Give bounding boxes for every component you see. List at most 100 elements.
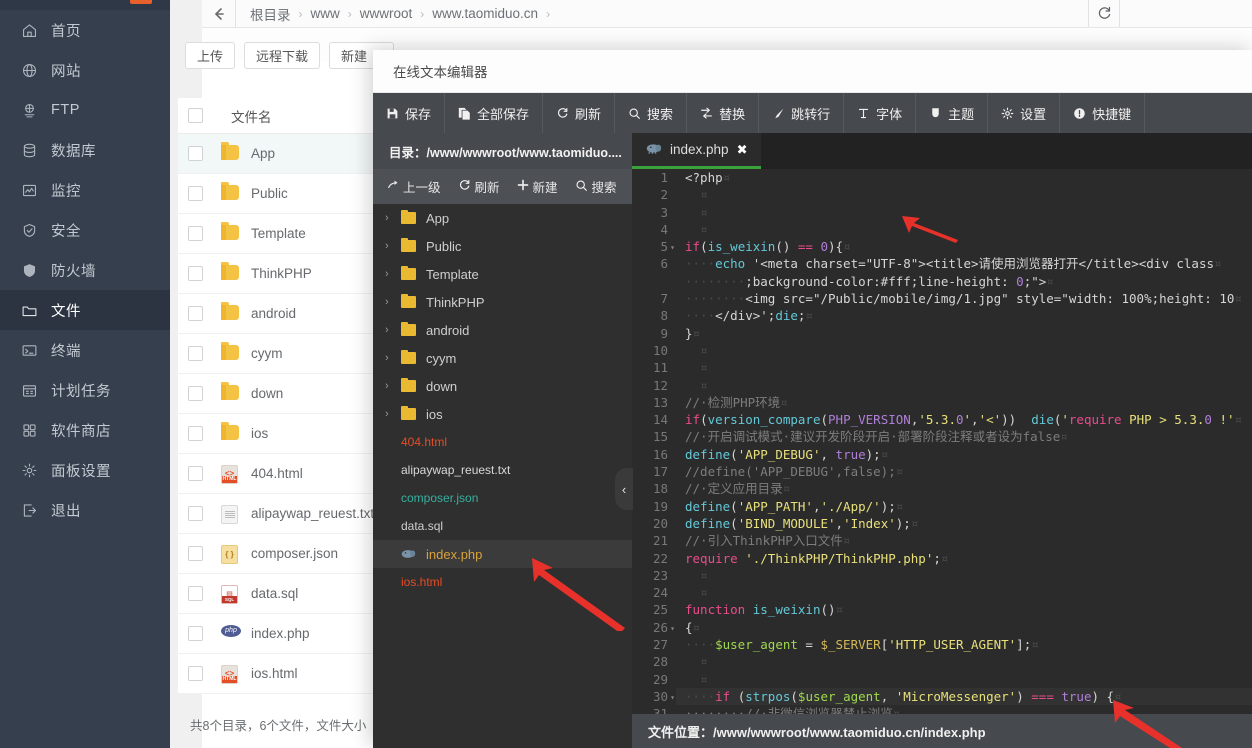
chevron-right-icon[interactable]: › (385, 324, 401, 336)
editor-toolbar-刷新[interactable]: 刷新 (543, 93, 615, 133)
breadcrumb-item[interactable]: www.taomiduo.cn (432, 6, 538, 21)
chevron-right-icon[interactable]: › (385, 408, 401, 420)
sidebar-item-监控[interactable]: 监控 (0, 170, 170, 210)
fm-button-上传[interactable]: 上传 (185, 42, 235, 69)
row-checkbox[interactable] (188, 386, 203, 401)
sidebar-item-终端[interactable]: 终端 (0, 330, 170, 370)
sidebar-item-首页[interactable]: 首页 (0, 10, 170, 50)
row-checkbox[interactable] (188, 306, 203, 321)
sidebar-item-label: 安全 (51, 220, 81, 241)
chevron-right-icon[interactable]: › (385, 296, 401, 308)
tree-item-label: Template (426, 267, 479, 282)
row-checkbox[interactable] (188, 666, 203, 681)
breadcrumb-item[interactable]: www (311, 6, 340, 21)
tree-op-刷新[interactable]: 刷新 (452, 177, 506, 196)
sidebar-item-FTP[interactable]: FTP (0, 90, 170, 130)
editor-toolbar-保存[interactable]: 保存 (373, 93, 445, 133)
row-checkbox[interactable] (188, 426, 203, 441)
tree-op-上一级[interactable]: 上一级 (381, 177, 447, 196)
tree-file-icon (401, 240, 418, 252)
fold-toggle-icon[interactable]: ▾ (670, 239, 675, 256)
select-all-checkbox[interactable] (188, 108, 203, 123)
editor-toolbar-字体[interactable]: 字体 (844, 93, 916, 133)
code-line-text: define('BIND_MODULE','Index');¤ (676, 515, 918, 532)
row-checkbox[interactable] (188, 226, 203, 241)
chevron-right-icon[interactable]: › (385, 268, 401, 280)
sidebar-item-退出[interactable]: 退出 (0, 490, 170, 530)
row-checkbox[interactable] (188, 146, 203, 161)
tree-item-Template[interactable]: › Template (373, 260, 632, 288)
editor-toolbar-设置[interactable]: 设置 (988, 93, 1060, 133)
fm-button-远程下载[interactable]: 远程下载 (244, 42, 320, 69)
tree-item-label: Public (426, 239, 461, 254)
editor-toolbar-主题[interactable]: 主题 (916, 93, 988, 133)
tree-item-ios.html[interactable]: ios.html (373, 568, 632, 596)
line-number: 8 (632, 307, 676, 324)
editor-toolbar-搜索[interactable]: 搜索 (615, 93, 687, 133)
row-checkbox[interactable] (188, 506, 203, 521)
tree-item-index.php[interactable]: index.php (373, 540, 632, 568)
back-button[interactable] (202, 0, 236, 27)
fm-action-buttons: 上传远程下载新建 ⌄ (185, 42, 394, 69)
row-checkbox[interactable] (188, 186, 203, 201)
tree-item-ThinkPHP[interactable]: ›ThinkPHP (373, 288, 632, 316)
sidebar-item-安全[interactable]: 安全 (0, 210, 170, 250)
tree-item-App[interactable]: ›App (373, 204, 632, 232)
editor-toolbar-跳转行[interactable]: 跳转行 (759, 93, 844, 133)
editor-toolbar-全部保存[interactable]: 全部保存 (445, 93, 543, 133)
breadcrumb-item[interactable]: wwwroot (360, 6, 413, 21)
row-checkbox[interactable] (188, 466, 203, 481)
fold-toggle-icon[interactable]: ▾ (670, 689, 675, 706)
folder-icon (401, 268, 416, 280)
sidebar-item-防火墙[interactable]: 防火墙 (0, 250, 170, 290)
sidebar-item-面板设置[interactable]: 面板设置 (0, 450, 170, 490)
folder-icon (401, 324, 416, 336)
php-elephant-icon (401, 549, 416, 559)
chevron-right-icon[interactable]: › (385, 212, 401, 224)
collapse-panel-handle[interactable]: ‹ (615, 468, 633, 510)
tree-op-搜索[interactable]: 搜索 (569, 177, 623, 196)
brand-accent-icon (130, 0, 152, 4)
tree-item-404.html[interactable]: 404.html (373, 428, 632, 456)
tab-index-php[interactable]: index.php ✖ (632, 133, 761, 169)
tree-item-label: android (426, 323, 469, 338)
chevron-right-icon[interactable]: › (385, 380, 401, 392)
file-type-icon (221, 385, 239, 403)
line-number: 15 (632, 428, 676, 445)
tree-item-android[interactable]: › android (373, 316, 632, 344)
row-checkbox[interactable] (188, 546, 203, 561)
file-type-icon (221, 505, 239, 523)
sidebar-item-网站[interactable]: 网站 (0, 50, 170, 90)
file-type-icon (221, 265, 239, 283)
breadcrumb-item[interactable]: 根目录 (250, 4, 291, 24)
tree-item-down[interactable]: ›down (373, 372, 632, 400)
row-checkbox[interactable] (188, 586, 203, 601)
fold-toggle-icon[interactable]: ▾ (670, 620, 675, 637)
tree-op-新建[interactable]: 新建 (511, 177, 564, 196)
refresh-button[interactable] (1088, 0, 1120, 27)
row-checkbox[interactable] (188, 346, 203, 361)
code-line: 3 ¤ (632, 204, 1252, 221)
goto-line-icon (772, 107, 785, 120)
tree-item-cyym[interactable]: ›cyym (373, 344, 632, 372)
sidebar-item-文件[interactable]: 文件 (0, 290, 170, 330)
tree-item-composer.json[interactable]: composer.json (373, 484, 632, 512)
code-editor-content[interactable]: 1<?php¤2 ¤3 ¤4 ¤5▾if(is_weixin() == 0){¤… (632, 169, 1252, 715)
close-icon[interactable]: ✖ (737, 142, 748, 158)
chevron-right-icon[interactable]: › (385, 352, 401, 364)
sidebar-item-软件商店[interactable]: 软件商店 (0, 410, 170, 450)
editor-toolbar-替换[interactable]: 替换 (687, 93, 759, 133)
tree-file-icon (401, 324, 418, 336)
sidebar-item-计划任务[interactable]: 计划任务 (0, 370, 170, 410)
file-name-label: data.sql (251, 586, 298, 601)
sidebar-item-数据库[interactable]: 数据库 (0, 130, 170, 170)
tree-item-data.sql[interactable]: data.sql (373, 512, 632, 540)
chevron-right-icon[interactable]: › (385, 240, 401, 252)
tree-item-ios[interactable]: ›ios (373, 400, 632, 428)
tree-item-alipaywap_reuest.txt[interactable]: alipaywap_reuest.txt (373, 456, 632, 484)
row-checkbox[interactable] (188, 266, 203, 281)
editor-toolbar-快捷键[interactable]: 快捷键 (1060, 93, 1145, 133)
tree-item-Public[interactable]: › Public (373, 232, 632, 260)
row-checkbox[interactable] (188, 626, 203, 641)
editor-toolbar-label: 保存 (405, 104, 431, 123)
